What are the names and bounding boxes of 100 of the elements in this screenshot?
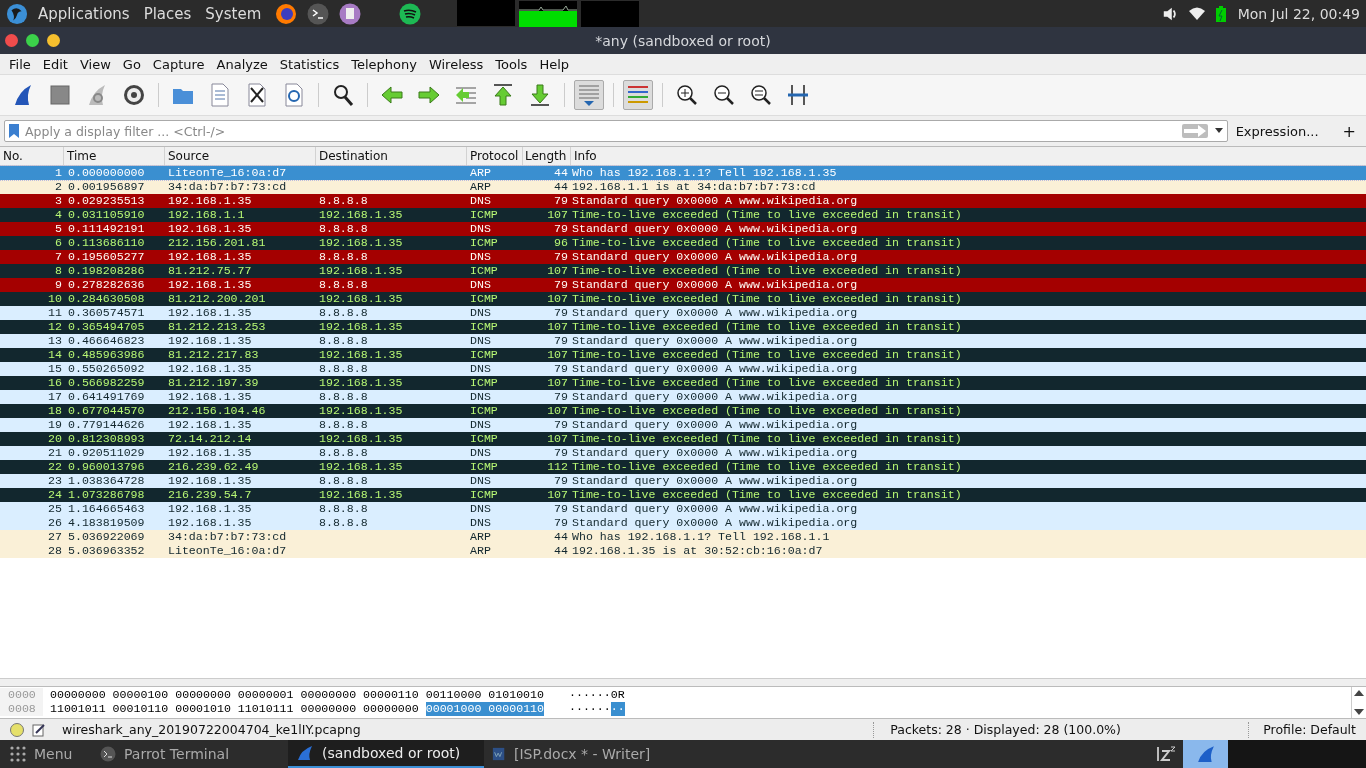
edit-comment-icon[interactable] [32, 722, 46, 737]
byte-offset: 0008 [0, 702, 43, 716]
display-filter-field[interactable]: Apply a display filter ... <Ctrl-/> [4, 120, 1228, 142]
table-cell: 192.168.1.35 [319, 488, 403, 501]
menu-item[interactable]: Wireless [428, 56, 484, 72]
table-cell-text: 0.466646823 [67, 334, 146, 348]
taskbar-task[interactable]: Parrot Terminal [92, 740, 288, 768]
packet-row[interactable]: 18 0.677044570 212.156.104.46 192.168.1.35 ICMP 107 Time-to-live exceeded (Time to live exceeded in transit) [0, 404, 1366, 418]
table-cell: 192.168.1.35 [319, 432, 403, 445]
taskbar-task[interactable]: [ISP.docx * - Writer] [484, 740, 680, 768]
column-header[interactable]: Info [571, 147, 1366, 165]
table-cell-text: 107 [546, 376, 568, 390]
start-menu-button[interactable]: Menu [0, 740, 92, 768]
table-cell-text: Time-to-live exceeded (Time to live exceeded in transit) [571, 264, 962, 278]
table-cell: 8.8.8.8 [319, 390, 368, 403]
menu-item[interactable]: Go [122, 56, 141, 72]
packet-row[interactable]: 13 0.466646823 192.168.1.35 8.8.8.8 DNS 79 Standard query 0x0000 A www.wikipedia.org [0, 334, 1366, 348]
packet-row[interactable]: 20 0.812308993 72.14.212.14 192.168.1.35 ICMP 107 Time-to-live exceeded (Time to live exceeded in transit) [0, 432, 1366, 446]
menu-item[interactable]: Help [539, 56, 569, 72]
packet-row[interactable]: 9 0.278282636 192.168.1.35 8.8.8.8 DNS 79 Standard query 0x0000 A www.wikipedia.org [0, 278, 1366, 292]
expert-info-icon[interactable] [10, 722, 24, 737]
packet-row[interactable]: 25 1.164665463 192.168.1.35 8.8.8.8 DNS 79 Standard query 0x0000 A www.wikipedia.org [0, 502, 1366, 516]
packet-row[interactable]: 22 0.960013796 216.239.62.49 192.168.1.35 ICMP 112 Time-to-live exceeded (Time to live exceeded in transit) [0, 460, 1366, 474]
table-cell-text: ARP [469, 530, 492, 544]
scroll-up-icon[interactable] [1354, 690, 1364, 696]
packet-row[interactable]: 7 0.195605277 192.168.1.35 8.8.8.8 DNS 79 Standard query 0x0000 A www.wikipedia.org [0, 250, 1366, 264]
window-title: *any (sandboxed or root) [595, 32, 771, 49]
table-cell-text: 192.168.1.35 [167, 306, 253, 320]
taskbar-task[interactable]: (sandboxed or root) [288, 740, 484, 768]
menu-item[interactable]: Statistics [279, 56, 340, 72]
table-cell-text: Standard query 0x0000 A www.wikipedia.org [571, 474, 858, 488]
menu-item[interactable]: Capture [152, 56, 205, 72]
packet-row[interactable]: 5 0.111492191 192.168.1.35 8.8.8.8 DNS 79 Standard query 0x0000 A www.wikipedia.org [0, 222, 1366, 236]
table-cell-text: 34:da:b7:b7:73:cd [167, 530, 288, 544]
dropdown-caret-icon[interactable] [1212, 128, 1225, 133]
table-cell-text: 212.156.201.81 [167, 236, 267, 250]
menu-item[interactable]: File [9, 56, 31, 72]
scroll-down-icon[interactable] [1354, 709, 1364, 715]
document-icon[interactable] [339, 2, 362, 25]
menu-item[interactable]: Tools [495, 56, 528, 72]
terminal-icon[interactable] [307, 2, 330, 25]
packet-row[interactable]: 3 0.029235513 192.168.1.35 8.8.8.8 DNS 79 Standard query 0x0000 A www.wikipedia.org [0, 194, 1366, 208]
table-cell-text: 192.168.1.35 [167, 390, 253, 404]
packet-row[interactable]: 24 1.073286798 216.239.54.7 192.168.1.35 ICMP 107 Time-to-live exceeded (Time to live exceeded in transit) [0, 488, 1366, 502]
browser-icon[interactable] [275, 2, 298, 25]
packet-row[interactable]: 15 0.550265092 192.168.1.35 8.8.8.8 DNS 79 Standard query 0x0000 A www.wikipedia.org [0, 362, 1366, 376]
table-cell-text: 0.360574571 [67, 306, 146, 320]
table-cell-text: 1.073286798 [67, 488, 146, 502]
bookmark-icon[interactable] [9, 124, 19, 138]
packet-row[interactable]: 11 0.360574571 192.168.1.35 8.8.8.8 DNS 79 Standard query 0x0000 A www.wikipedia.org [0, 306, 1366, 320]
packet-row[interactable]: 16 0.566982259 81.212.197.39 192.168.1.35 ICMP 107 Time-to-live exceeded (Time to live exceeded in transit) [0, 376, 1366, 390]
profile-label[interactable]: Profile: Default [1257, 722, 1356, 737]
table-cell-text: Time-to-live exceeded (Time to live exceeded in transit) [571, 292, 962, 306]
table-cell-text: 81.212.197.39 [167, 376, 260, 390]
packet-row[interactable]: 28 5.036963352 LiteonTe_16:0a:d7 ARP 44 192.168.1.35 is at 30:52:cb:16:0a:d7 [0, 544, 1366, 558]
panel-menu[interactable]: Applications [38, 4, 130, 23]
menu-item[interactable]: Analyze [216, 56, 268, 72]
menu-item[interactable]: Telephony [351, 56, 417, 72]
table-cell-text: 192.168.1.35 [167, 194, 253, 208]
table-cell-text: 216.239.62.49 [167, 460, 260, 474]
packet-row[interactable]: 27 5.036922069 34:da:b7:b7:73:cd ARP 44 Who has 192.168.1.1? Tell 192.168.1.1 [0, 530, 1366, 544]
table-cell-text: DNS [469, 306, 492, 320]
close-button[interactable] [5, 34, 18, 47]
add-filter-button[interactable]: + [1336, 121, 1362, 141]
packet-row[interactable]: 14 0.485963986 81.212.217.83 192.168.1.35 ICMP 107 Time-to-live exceeded (Time to live exceeded in transit) [0, 348, 1366, 362]
packet-row[interactable]: 21 0.920511029 192.168.1.35 8.8.8.8 DNS 79 Standard query 0x0000 A www.wikipedia.org [0, 446, 1366, 460]
music-icon[interactable] [399, 2, 422, 25]
table-cell-text: 44 [553, 166, 568, 180]
minimize-button[interactable] [47, 34, 60, 47]
menu-item[interactable]: Edit [42, 56, 68, 72]
packet-row[interactable]: 4 0.031105910 192.168.1.1 192.168.1.35 ICMP 107 Time-to-live exceeded (Time to live exceeded in transit) [0, 208, 1366, 222]
table-cell-text: Time-to-live exceeded (Time to live exceeded in transit) [571, 320, 962, 334]
expression-button[interactable]: Expression... [1235, 123, 1329, 139]
table-cell-text: Standard query 0x0000 A www.wikipedia.org [571, 446, 858, 460]
packet-row[interactable]: 23 1.038364728 192.168.1.35 8.8.8.8 DNS 79 Standard query 0x0000 A www.wikipedia.org [0, 474, 1366, 488]
table-cell-text: 192.168.1.35 [167, 418, 253, 432]
table-cell-text: 107 [546, 292, 568, 306]
scrollbar[interactable] [1351, 687, 1366, 718]
table-cell-text: Standard query 0x0000 A www.wikipedia.org [571, 306, 858, 320]
packet-row[interactable]: 6 0.113686110 212.156.201.81 192.168.1.35 ICMP 96 Time-to-live exceeded (Time to live exceeded in transit) [0, 236, 1366, 250]
battery-icon[interactable] [1215, 5, 1226, 22]
parrot-logo-icon[interactable] [6, 2, 28, 25]
table-cell-text: 81.212.75.77 [167, 264, 253, 278]
packet-row[interactable]: 19 0.779144626 192.168.1.35 8.8.8.8 DNS 79 Standard query 0x0000 A www.wikipedia.org [0, 418, 1366, 432]
volume-icon[interactable] [1161, 5, 1178, 22]
hex-bytes: 00000000 00000100 00000000 00000001 00000000 00000110 00110000 01010010 [50, 688, 544, 702]
sleep-icon[interactable] [1157, 745, 1177, 763]
panel-menu[interactable]: Places [143, 4, 192, 23]
menu-item[interactable]: View [79, 56, 111, 72]
panel-menu[interactable]: System [205, 4, 262, 23]
packet-row[interactable]: 26 4.183819509 192.168.1.35 8.8.8.8 DNS 79 Standard query 0x0000 A www.wikipedia.org [0, 516, 1366, 530]
wifi-icon[interactable] [1187, 6, 1206, 21]
packet-row[interactable]: 8 0.198208286 81.212.75.77 192.168.1.35 ICMP 107 Time-to-live exceeded (Time to live exceeded in transit) [0, 264, 1366, 278]
table-cell-text: 96 [553, 236, 568, 250]
table-cell-text: 25 [47, 502, 63, 516]
wireshark-launcher[interactable] [1183, 740, 1228, 768]
maximize-button[interactable] [26, 34, 39, 47]
packet-row[interactable]: 17 0.641491769 192.168.1.35 8.8.8.8 DNS 79 Standard query 0x0000 A www.wikipedia.org [0, 390, 1366, 404]
packet-row[interactable]: 12 0.365494705 81.212.213.253 192.168.1.35 ICMP 107 Time-to-live exceeded (Time to live exceeded in transit) [0, 320, 1366, 334]
packet-row[interactable]: 10 0.284630508 81.212.200.201 192.168.1.35 ICMP 107 Time-to-live exceeded (Time to live exceeded in transit) [0, 292, 1366, 306]
